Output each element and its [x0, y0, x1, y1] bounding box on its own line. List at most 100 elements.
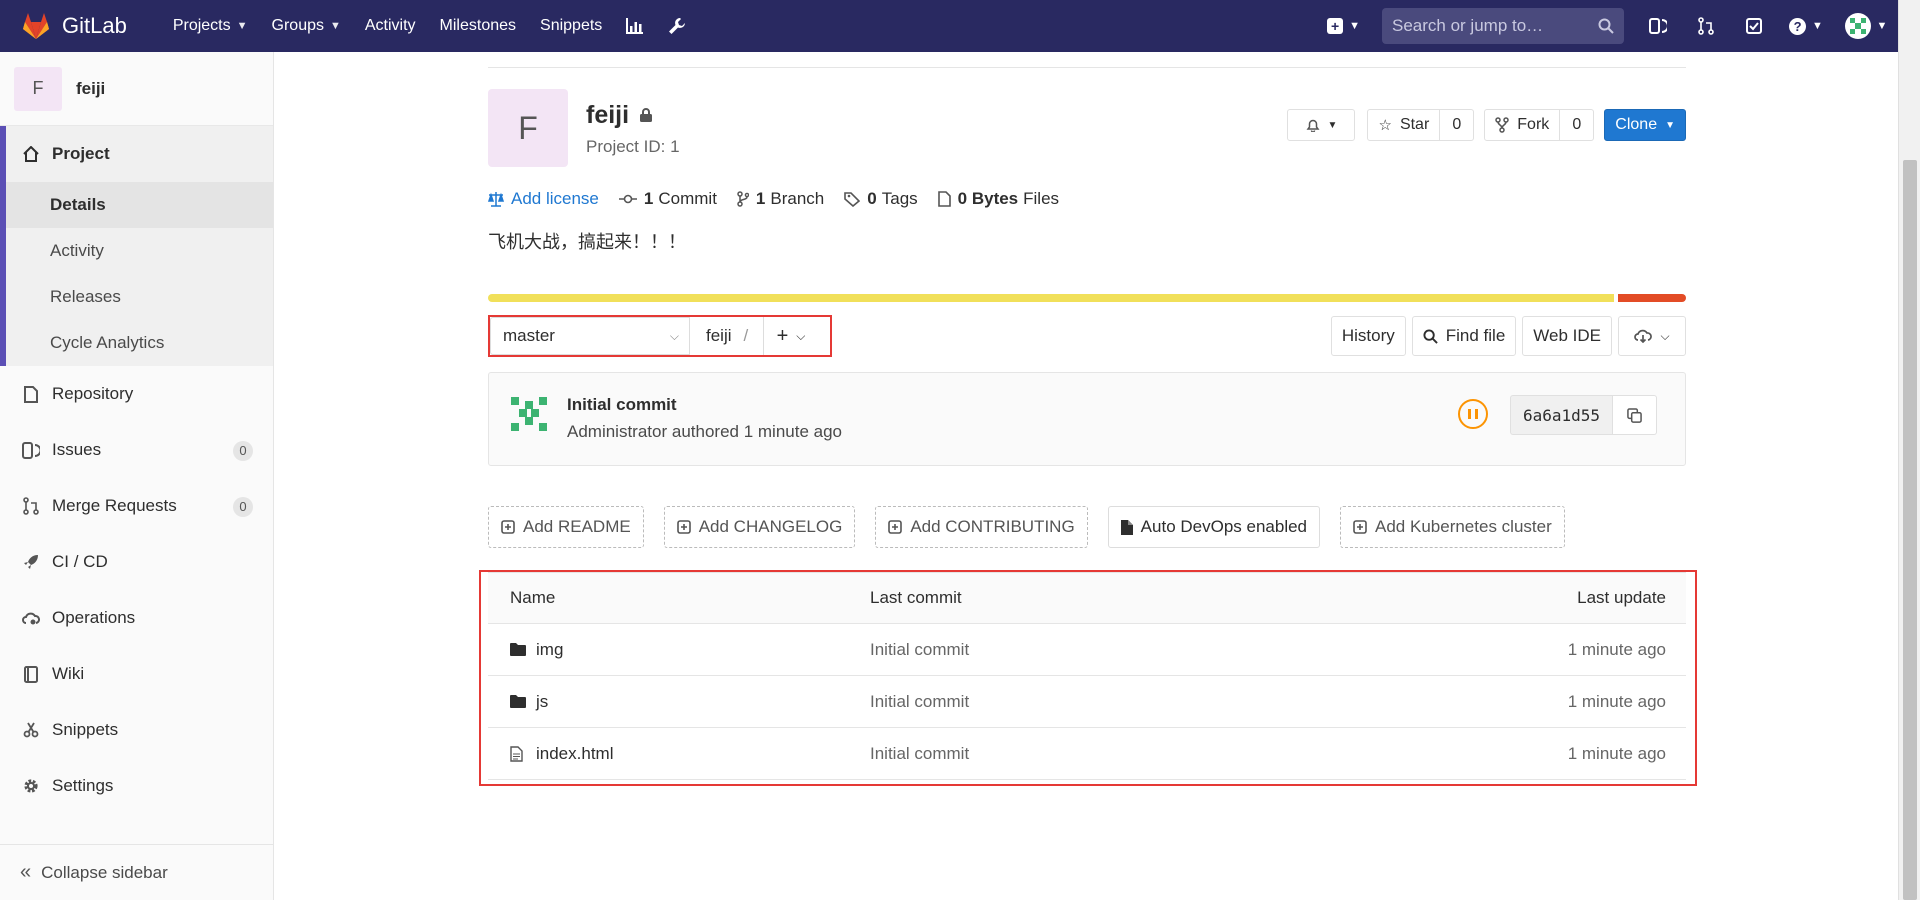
author-avatar[interactable] — [507, 393, 551, 437]
files-label: Files — [1023, 189, 1060, 208]
project-header: F feiji Project ID: 1 ▼ ☆ Star 0 Fork 0 … — [488, 89, 1686, 169]
help-icon: ? — [1789, 17, 1807, 35]
sidebar-item-label: Operations — [52, 608, 136, 627]
chevron-down-icon: ▼ — [1349, 20, 1360, 32]
plus-square-icon — [501, 520, 515, 534]
user-menu[interactable]: ▼ — [1834, 0, 1898, 52]
star-count[interactable]: 0 — [1440, 109, 1475, 141]
merge-request-icon — [20, 497, 42, 515]
scissors-icon — [20, 722, 42, 738]
commits-stat[interactable]: 1 Commit — [618, 189, 717, 209]
add-kubernetes-cluster-button[interactable]: Add Kubernetes cluster — [1340, 506, 1565, 548]
sidebar-item-operations[interactable]: Operations — [0, 590, 273, 646]
tags-stat[interactable]: 0 Tags — [844, 189, 918, 209]
chart-icon[interactable] — [614, 0, 656, 52]
help-dropdown[interactable]: ? ▼ — [1778, 0, 1834, 52]
nav-projects[interactable]: Projects ▼ — [161, 0, 260, 52]
double-chevron-left-icon: « — [20, 861, 32, 883]
project-avatar: F — [14, 66, 62, 111]
scrollbar-thumb[interactable] — [1903, 160, 1917, 900]
chevron-down-icon: ▼ — [1876, 20, 1888, 32]
auto-devops-label: Auto DevOps enabled — [1140, 517, 1308, 536]
sidebar-item-project[interactable]: Project — [6, 126, 273, 182]
sidebar-project-name: feiji — [76, 78, 106, 98]
project-stats: Add license 1 Commit 1 Branch 0 Tags 0 B… — [488, 189, 1079, 209]
add-kubernetes-cluster-label: Add Kubernetes cluster — [1375, 517, 1552, 536]
chevron-down-icon: ▼ — [329, 20, 341, 32]
sidebar-item-repository[interactable]: Repository — [0, 366, 273, 422]
lock-icon — [639, 101, 653, 130]
commit-title[interactable]: Initial commit — [567, 395, 677, 415]
sidebar-item-snippets[interactable]: Snippets — [0, 702, 273, 758]
fork-label: Fork — [1517, 116, 1550, 133]
wrench-icon[interactable] — [656, 0, 698, 52]
commit-meta: Administrator authored 1 minute ago — [567, 422, 842, 441]
todo-icon[interactable] — [1730, 0, 1778, 52]
clone-label: Clone — [1615, 116, 1658, 133]
add-changelog-button[interactable]: Add CHANGELOG — [663, 506, 856, 548]
quick-actions: Add README Add CHANGELOG Add CONTRIBUTIN… — [488, 506, 1585, 548]
nav-snippets[interactable]: Snippets — [528, 0, 614, 52]
commits-label: Commit — [658, 189, 717, 208]
sidebar-item-details[interactable]: Details — [6, 182, 273, 228]
add-contributing-button[interactable]: Add CONTRIBUTING — [875, 506, 1088, 548]
sidebar-item-merge-requests[interactable]: Merge Requests 0 — [0, 478, 273, 534]
sidebar-item-issues[interactable]: Issues 0 — [0, 422, 273, 478]
history-button[interactable]: History — [1330, 316, 1406, 356]
repository-languages-bar[interactable] — [488, 294, 1686, 302]
sidebar-item-releases[interactable]: Releases — [6, 274, 273, 320]
user-avatar — [1844, 13, 1871, 39]
search-icon — [1598, 18, 1614, 34]
commit-icon — [618, 194, 637, 204]
sidebar-item-wiki[interactable]: Wiki — [0, 646, 273, 702]
plus-square-icon — [888, 520, 903, 534]
nav-groups[interactable]: Groups ▼ — [260, 0, 353, 52]
star-button[interactable]: ☆ Star — [1367, 109, 1441, 141]
sidebar-item-cycle-analytics[interactable]: Cycle Analytics — [6, 320, 273, 366]
collapse-sidebar-button[interactable]: « Collapse sidebar — [0, 844, 274, 900]
find-file-button[interactable]: Find file — [1411, 316, 1517, 356]
branches-stat[interactable]: 1 Branch — [737, 189, 824, 209]
nav-milestones[interactable]: Milestones — [428, 0, 528, 52]
doc-icon — [1120, 519, 1133, 535]
merge-request-icon[interactable] — [1682, 0, 1730, 52]
fork-button[interactable]: Fork — [1484, 109, 1561, 141]
sidebar-item-label: Settings — [52, 776, 114, 795]
home-icon — [20, 146, 42, 162]
issues-icon[interactable] — [1634, 0, 1682, 52]
sidebar-item-settings[interactable]: Settings — [0, 758, 273, 814]
highlight-box — [488, 315, 832, 357]
sidebar-item-activity[interactable]: Activity — [6, 228, 273, 274]
branches-count: 1 — [755, 189, 766, 208]
sidebar-item-ci-cd[interactable]: CI / CD — [0, 534, 273, 590]
copy-sha-button[interactable] — [1613, 395, 1658, 435]
files-size-stat[interactable]: 0 Bytes Files — [937, 189, 1060, 209]
project-id: Project ID: 1 — [586, 137, 680, 156]
gitlab-fox-icon — [23, 13, 49, 39]
new-dropdown[interactable]: + ▼ — [1315, 18, 1372, 34]
book-icon — [20, 665, 42, 683]
plus-square-icon — [1353, 520, 1367, 534]
language-segment — [1617, 294, 1686, 302]
sidebar-project-header[interactable]: F feiji — [0, 52, 273, 126]
clone-button[interactable]: Clone ▼ — [1604, 109, 1686, 141]
auto-devops-button[interactable]: Auto DevOps enabled — [1107, 506, 1321, 548]
branches-label: Branch — [770, 189, 825, 208]
fork-count[interactable]: 0 — [1560, 109, 1595, 141]
notification-dropdown[interactable]: ▼ — [1287, 109, 1356, 141]
add-readme-button[interactable]: Add README — [488, 506, 644, 548]
nav-activity[interactable]: Activity — [353, 0, 428, 52]
download-dropdown[interactable]: ⌵ — [1618, 316, 1686, 356]
gitlab-logo[interactable]: GitLab — [20, 10, 127, 42]
search-input[interactable]: Search or jump to… — [1382, 8, 1624, 44]
pipeline-paused-icon[interactable] — [1458, 399, 1488, 429]
plus-square-icon: + — [1327, 18, 1344, 34]
add-license-link[interactable]: Add license — [488, 189, 599, 209]
chevron-down-icon: ▼ — [1812, 20, 1823, 32]
brand-name: GitLab — [62, 13, 127, 38]
web-ide-button[interactable]: Web IDE — [1522, 316, 1612, 356]
add-readme-label: Add README — [523, 517, 631, 536]
commit-sha[interactable]: 6a6a1d55 — [1510, 395, 1614, 435]
vertical-scrollbar[interactable] — [1898, 0, 1920, 900]
search-icon — [1423, 328, 1438, 344]
